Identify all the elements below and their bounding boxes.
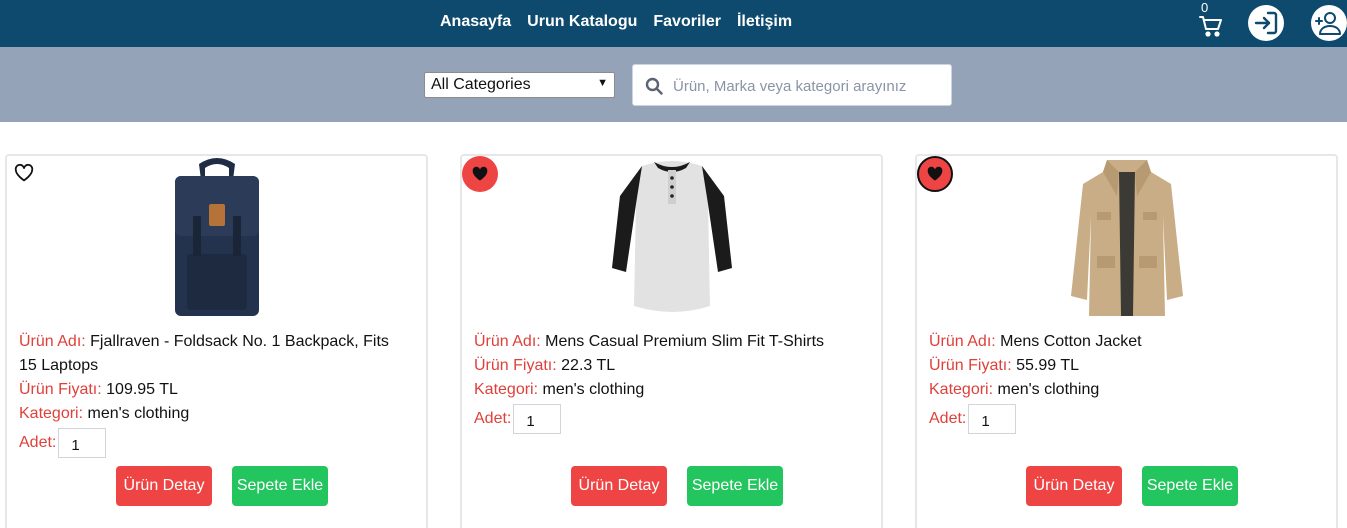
cart-icon	[1199, 16, 1222, 37]
chevron-down-icon: ▼	[597, 77, 608, 89]
nav-links: Anasayfa Urun Katalogu Favoriler İletişi…	[440, 13, 792, 31]
product-qty-label: Adet:	[474, 410, 512, 428]
product-name-label: Ürün Adı:	[929, 333, 996, 350]
product-price-label: Ürün Fiyatı:	[474, 357, 557, 374]
product-name-row: Ürün Adı: Mens Casual Premium Slim Fit T…	[474, 330, 854, 354]
top-navbar: Anasayfa Urun Katalogu Favoriler İletişi…	[0, 0, 1347, 47]
product-detail-button[interactable]: Ürün Detay	[571, 466, 667, 506]
product-image	[917, 156, 1336, 318]
product-category-label: Kategori:	[929, 381, 994, 398]
product-qty-label: Adet:	[929, 410, 967, 428]
quantity-input[interactable]: 1	[968, 404, 1017, 434]
product-price: 109.95 TL	[106, 381, 178, 398]
product-card: Ürün Adı: Fjallraven - Foldsack No. 1 Ba…	[5, 154, 428, 528]
product-price-row: Ürün Fiyatı: 109.95 TL	[19, 378, 399, 402]
user-add-button[interactable]	[1311, 5, 1347, 41]
product-name-row: Ürün Adı: Fjallraven - Foldsack No. 1 Ba…	[19, 330, 399, 378]
nav-link-contact[interactable]: İletişim	[737, 13, 792, 31]
product-detail-button[interactable]: Ürün Detay	[116, 466, 212, 506]
product-name-row: Ürün Adı: Mens Cotton Jacket	[929, 330, 1309, 354]
product-category-row: Kategori: men's clothing	[929, 378, 1309, 402]
add-to-cart-button[interactable]: Sepete Ekle	[1142, 466, 1238, 506]
product-qty-row: Adet: 1	[474, 404, 854, 434]
search-input[interactable]	[673, 73, 943, 99]
product-image	[462, 156, 881, 318]
product-price: 22.3 TL	[561, 357, 616, 374]
category-select-value: All Categories	[431, 76, 531, 93]
search-icon	[645, 77, 663, 95]
product-info: Ürün Adı: Mens Cotton Jacket Ürün Fiyatı…	[929, 330, 1309, 434]
product-card: Ürün Adı: Mens Cotton Jacket Ürün Fiyatı…	[915, 154, 1338, 528]
product-name: Mens Casual Premium Slim Fit T-Shirts	[545, 333, 825, 350]
product-category-row: Kategori: men's clothing	[474, 378, 854, 402]
product-name-label: Ürün Adı:	[474, 333, 541, 350]
nav-link-catalog[interactable]: Urun Katalogu	[527, 13, 637, 31]
login-icon	[1254, 11, 1278, 35]
quantity-input[interactable]: 1	[513, 404, 562, 434]
product-price-row: Ürün Fiyatı: 55.99 TL	[929, 354, 1309, 378]
product-price-row: Ürün Fiyatı: 22.3 TL	[474, 354, 854, 378]
nav-link-home[interactable]: Anasayfa	[440, 13, 511, 31]
product-detail-button[interactable]: Ürün Detay	[1026, 466, 1122, 506]
product-name-label: Ürün Adı:	[19, 333, 86, 350]
product-category-label: Kategori:	[474, 381, 539, 398]
quantity-input[interactable]: 1	[58, 428, 107, 458]
login-button[interactable]	[1248, 5, 1284, 41]
product-info: Ürün Adı: Fjallraven - Foldsack No. 1 Ba…	[19, 330, 399, 458]
product-category-row: Kategori: men's clothing	[19, 402, 399, 426]
product-price-label: Ürün Fiyatı:	[929, 357, 1012, 374]
product-image	[7, 156, 426, 318]
product-qty-label: Adet:	[19, 434, 57, 452]
product-qty-row: Adet: 1	[19, 428, 399, 458]
cart-count: 0	[1201, 0, 1209, 15]
add-to-cart-button[interactable]: Sepete Ekle	[687, 466, 783, 506]
product-category-label: Kategori:	[19, 405, 84, 422]
product-category: men's clothing	[87, 405, 190, 422]
user-add-icon	[1315, 12, 1341, 35]
product-price: 55.99 TL	[1016, 357, 1080, 374]
add-to-cart-button[interactable]: Sepete Ekle	[232, 466, 328, 506]
search-box	[632, 64, 952, 106]
search-band: All Categories ▼	[0, 47, 1347, 122]
nav-link-favorites[interactable]: Favoriler	[653, 13, 721, 31]
product-price-label: Ürün Fiyatı:	[19, 381, 102, 398]
cart-button[interactable]: 0	[1199, 0, 1225, 40]
product-category: men's clothing	[542, 381, 645, 398]
product-card: Ürün Adı: Mens Casual Premium Slim Fit T…	[460, 154, 883, 528]
product-name: Mens Cotton Jacket	[1000, 333, 1142, 350]
category-select[interactable]: All Categories ▼	[424, 72, 615, 98]
product-category: men's clothing	[997, 381, 1100, 398]
product-qty-row: Adet: 1	[929, 404, 1309, 434]
product-info: Ürün Adı: Mens Casual Premium Slim Fit T…	[474, 330, 854, 434]
